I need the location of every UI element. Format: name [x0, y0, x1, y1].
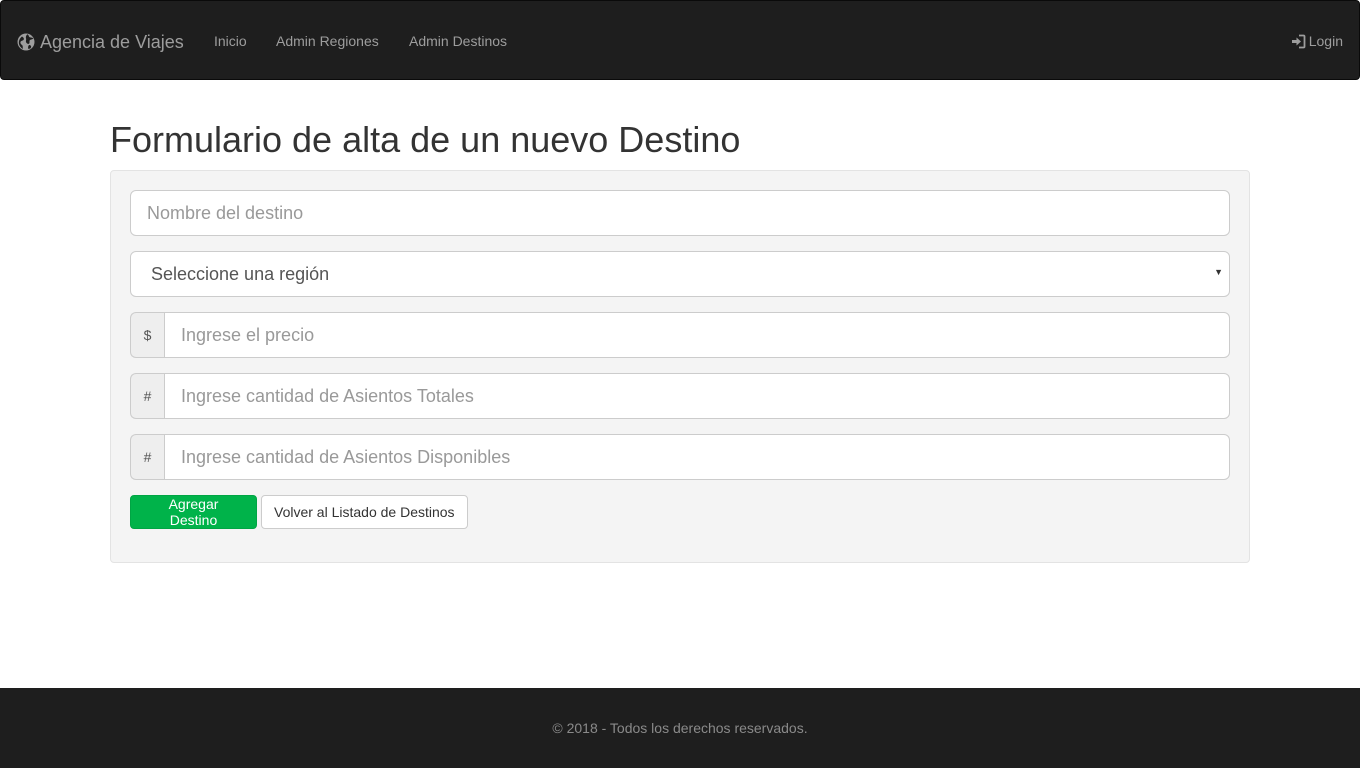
region-select-value: Seleccione una región	[151, 263, 330, 284]
form-panel: Seleccione una región ▼ $ # # Agregar De…	[110, 170, 1250, 563]
region-select[interactable]: Seleccione una región ▼	[130, 251, 1230, 297]
footer: © 2018 - Todos los derechos reservados.	[0, 688, 1360, 768]
asientos-disponibles-input[interactable]	[164, 434, 1230, 480]
footer-copyright: © 2018 - Todos los derechos reservados.	[552, 720, 808, 736]
login-link[interactable]: Login	[1291, 32, 1343, 50]
precio-input-group: $	[130, 312, 1230, 358]
login-label: Login	[1308, 33, 1343, 49]
page-title: Formulario de alta de un nuevo Destino	[110, 119, 741, 160]
nav-link-admin-regiones[interactable]: Admin Regiones	[276, 32, 379, 50]
destino-nombre-input[interactable]	[130, 190, 1230, 236]
dollar-addon: $	[130, 312, 164, 358]
volver-listado-button[interactable]: Volver al Listado de Destinos	[261, 495, 468, 529]
agregar-destino-button[interactable]: Agregar Destino	[130, 495, 257, 529]
asientos-totales-input[interactable]	[164, 373, 1230, 419]
nav-link-inicio[interactable]: Inicio	[214, 32, 247, 50]
nav-link-admin-destinos[interactable]: Admin Destinos	[409, 32, 507, 50]
globe-icon	[17, 33, 35, 51]
asientos-totales-input-group: #	[130, 373, 1230, 419]
asientos-disponibles-input-group: #	[130, 434, 1230, 480]
brand-link[interactable]: Agencia de Viajes	[17, 30, 184, 54]
navbar: Agencia de Viajes Inicio Admin Regiones …	[0, 0, 1360, 80]
caret-down-icon: ▼	[1214, 267, 1223, 277]
login-icon	[1291, 34, 1306, 49]
hash-addon: #	[130, 434, 164, 480]
brand-label: Agencia de Viajes	[40, 31, 184, 52]
hash-addon: #	[130, 373, 164, 419]
precio-input[interactable]	[164, 312, 1230, 358]
